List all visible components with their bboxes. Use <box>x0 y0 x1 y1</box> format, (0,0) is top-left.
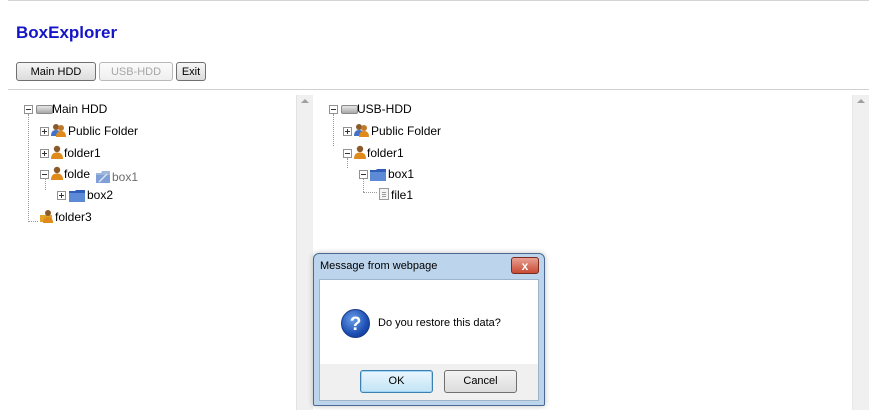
dialog-title: Message from webpage <box>320 260 438 272</box>
ok-button[interactable]: OK <box>360 370 433 393</box>
blue-folder-icon <box>69 189 85 202</box>
tree-guide-line <box>363 192 377 193</box>
file-icon <box>379 188 389 200</box>
user-folder-icon <box>51 166 65 180</box>
tree-label: Public Folder <box>371 124 442 138</box>
app-title: BoxExplorer <box>16 23 118 42</box>
users-folder-icon <box>51 123 66 137</box>
expand-toggle[interactable] <box>40 127 49 136</box>
tree-label: folde <box>64 167 91 181</box>
question-icon: ? <box>341 309 370 338</box>
drag-ghost-label: box1 <box>112 170 139 184</box>
dialog-message: Do you restore this data? <box>378 317 501 329</box>
tree-label: folder3 <box>55 210 92 224</box>
expand-toggle[interactable] <box>343 127 352 136</box>
toolbar-divider <box>8 89 869 90</box>
close-icon[interactable]: x <box>511 257 539 274</box>
tree-label: USB-HDD <box>357 102 412 116</box>
tree-label: folder1 <box>64 146 101 160</box>
tree-guide-line <box>28 114 29 222</box>
expand-toggle[interactable] <box>40 149 49 158</box>
confirm-dialog: Message from webpage x ? Do you restore … <box>313 253 545 406</box>
collapse-toggle[interactable] <box>24 105 33 114</box>
top-border <box>8 0 869 1</box>
hard-drive-icon <box>36 105 53 114</box>
usb-hdd-button[interactable]: USB-HDD <box>99 62 173 81</box>
collapse-toggle[interactable] <box>40 170 49 179</box>
tree-label: Main HDD <box>52 102 108 116</box>
hard-drive-icon <box>341 105 358 114</box>
left-pane-scrollbar[interactable] <box>296 95 313 410</box>
tree-guide-line <box>363 179 364 192</box>
tree-label: box1 <box>388 167 415 181</box>
tree-label: Public Folder <box>68 124 139 138</box>
tree-guide-line <box>347 158 348 168</box>
main-hdd-button[interactable]: Main HDD <box>16 62 96 81</box>
cancel-button[interactable]: Cancel <box>444 370 517 393</box>
users-folder-icon <box>354 123 369 137</box>
tree-guide-line <box>28 221 38 222</box>
tree-guide-line <box>333 114 334 146</box>
collapse-toggle[interactable] <box>329 105 338 114</box>
main-hdd-tree-pane[interactable]: Main HDD Public Folder folder1 folde box… <box>16 95 296 410</box>
right-pane-scrollbar[interactable] <box>852 95 869 410</box>
tree-label: folder1 <box>367 146 404 160</box>
expand-toggle[interactable] <box>57 191 66 200</box>
tree-label: box2 <box>87 188 114 202</box>
tree-guide-line <box>45 179 46 190</box>
scroll-up-arrow-icon[interactable] <box>301 99 309 103</box>
blue-folder-icon <box>370 168 386 181</box>
collapse-toggle[interactable] <box>343 149 352 158</box>
user-folder-icon <box>354 145 368 159</box>
user-folder-icon <box>51 145 65 159</box>
scroll-up-arrow-icon[interactable] <box>857 99 865 103</box>
user-folder-icon <box>40 209 54 223</box>
exit-button[interactable]: Exit <box>176 62 206 81</box>
collapse-toggle[interactable] <box>359 170 368 179</box>
tree-label: file1 <box>391 188 414 202</box>
